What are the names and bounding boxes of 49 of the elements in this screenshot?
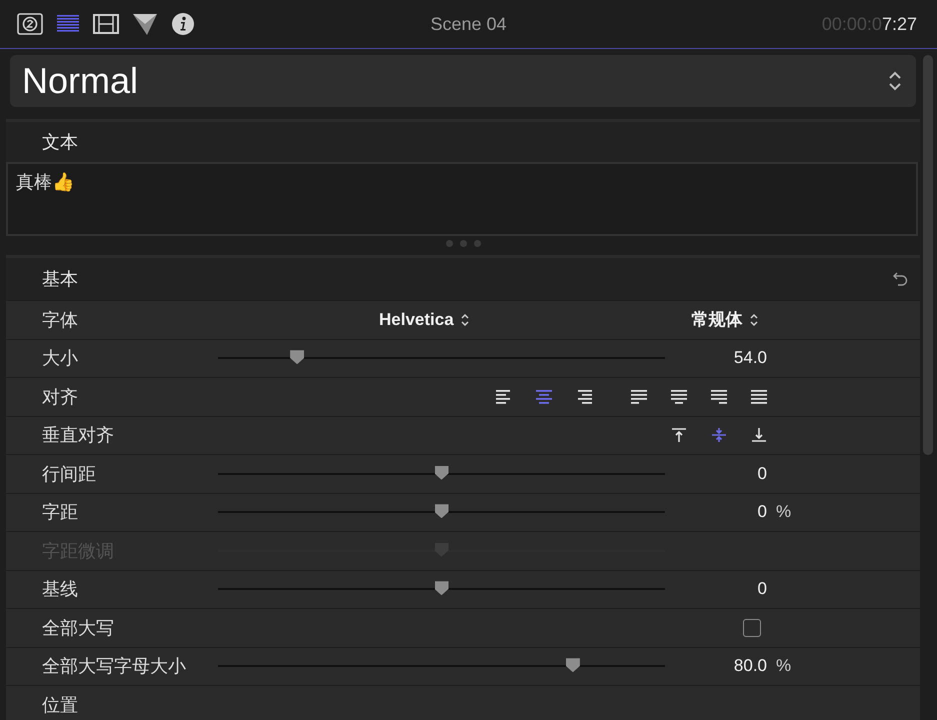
slider-thumb[interactable]	[434, 581, 448, 596]
checkbox[interactable]	[743, 618, 761, 637]
slider-thumb[interactable]	[290, 350, 304, 364]
text-align-icon[interactable]	[749, 388, 769, 405]
value-text[interactable]: 0	[665, 464, 767, 484]
align-top-icon[interactable]	[671, 427, 687, 444]
triangle-icon[interactable]	[132, 12, 158, 36]
slider-thumb[interactable]	[434, 466, 448, 480]
row-label: 对齐	[41, 386, 79, 409]
unit-text: %	[776, 502, 792, 522]
value-text[interactable]: 0	[665, 579, 767, 600]
row-label: 垂直对齐	[41, 424, 115, 448]
style-popup[interactable]: 常规体	[692, 308, 759, 332]
badge-icon[interactable]	[17, 13, 43, 35]
unit-text: %	[776, 656, 792, 676]
row-label: 行间距	[41, 462, 97, 486]
scene-title: Scene 04	[429, 14, 508, 34]
row-label: 位置	[41, 694, 79, 717]
updown-icon	[748, 312, 759, 328]
section-title: 基本	[42, 268, 78, 291]
row-label: 字距	[41, 501, 79, 524]
text-align-icon[interactable]	[669, 388, 689, 405]
row-label: 字体	[41, 308, 79, 332]
scrollbar-thumb[interactable]	[923, 55, 933, 455]
row-label: 大小	[41, 347, 79, 370]
value-text[interactable]: 80.0	[665, 656, 767, 676]
text-align-icon[interactable]	[629, 388, 649, 405]
row-label: 全部大写字母大小	[41, 655, 187, 678]
align-bottom-icon[interactable]	[751, 427, 767, 444]
value-text[interactable]: 0	[665, 502, 767, 522]
info-icon[interactable]	[171, 12, 195, 36]
slider-thumb[interactable]	[566, 658, 580, 672]
slider-thumb[interactable]	[434, 504, 448, 518]
row-label: 基线	[41, 578, 79, 602]
updown-icon	[888, 70, 902, 92]
updown-icon	[460, 312, 470, 328]
preset-dropdown[interactable]: Normal	[10, 55, 916, 107]
film-icon[interactable]	[93, 14, 119, 34]
reset-icon[interactable]	[892, 271, 908, 287]
text-align-icon[interactable]	[709, 388, 729, 405]
align-middle-icon[interactable]	[711, 427, 727, 444]
section-title: 文本	[42, 131, 78, 154]
value-text[interactable]: 54.0	[665, 348, 767, 368]
list-icon[interactable]	[56, 14, 80, 34]
row-label: 全部大写	[41, 616, 115, 640]
text-field[interactable]: 真棒👍	[6, 162, 918, 236]
resize-handle[interactable]	[444, 240, 482, 247]
timecode: 7:27	[882, 14, 917, 34]
font-popup[interactable]: Helvetica	[379, 310, 470, 330]
